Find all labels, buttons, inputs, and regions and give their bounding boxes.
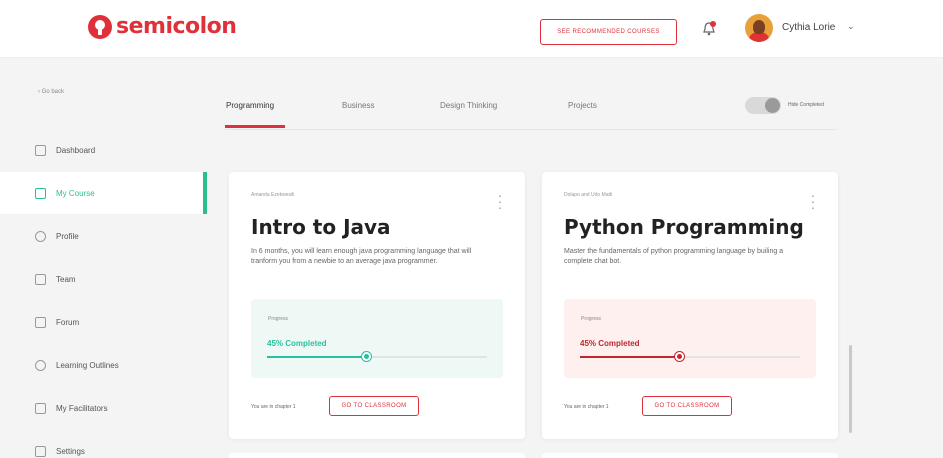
sidebar-item-profile[interactable]: Profile — [0, 215, 207, 257]
progress-knob — [674, 351, 685, 362]
progress-knob — [361, 351, 372, 362]
team-icon — [35, 273, 46, 285]
course-description: Master the fundamentals of python progra… — [564, 248, 784, 265]
progress-label: Progress — [581, 316, 602, 322]
course-facilitator: Amanda Ezekwesili — [251, 192, 295, 198]
profile-icon — [35, 230, 46, 242]
progress-fill — [267, 356, 366, 358]
sidebar-item-learning-outlines[interactable]: Learning Outlines — [0, 344, 207, 386]
tab-design-thinking[interactable]: Design Thinking — [440, 101, 497, 110]
scrollbar[interactable] — [849, 345, 852, 433]
sidebar-item-dashboard[interactable]: Dashboard — [0, 129, 207, 171]
chapter-status: You are in chapter 1 — [251, 404, 296, 410]
progress-fill — [580, 356, 679, 358]
sidebar-item-label: My Course — [56, 188, 95, 198]
notification-bell-icon[interactable] — [702, 21, 716, 37]
top-header: semicolon SEE RECOMMENDED COURSES Cythia… — [0, 0, 943, 58]
go-to-classroom-button[interactable]: GO TO CLASSROOM — [329, 396, 419, 416]
avatar[interactable] — [745, 14, 773, 42]
sidebar-item-my-course[interactable]: My Course — [0, 172, 207, 214]
sidebar: ‹ Go back Dashboard My Course Profile Te… — [0, 58, 207, 458]
course-card-partial — [542, 453, 838, 458]
sidebar-item-label: Team — [56, 274, 76, 284]
more-options-icon[interactable]: · · · — [497, 188, 503, 214]
tab-business[interactable]: Business — [342, 101, 374, 110]
chevron-down-icon[interactable]: ⌄ — [847, 21, 855, 32]
see-recommended-courses-button[interactable]: SEE RECOMMENDED COURSES — [540, 19, 677, 45]
sidebar-item-label: Dashboard — [56, 145, 96, 155]
course-facilitator: Dolapo and Udo Matti — [564, 192, 613, 198]
chapter-status: You are in chapter 1 — [564, 404, 609, 410]
sidebar-item-label: My Facilitators — [56, 403, 108, 413]
active-tab-indicator — [225, 125, 285, 128]
tab-programming[interactable]: Programming — [226, 101, 274, 110]
notification-dot — [710, 21, 716, 27]
hide-completed-toggle[interactable] — [745, 97, 781, 114]
tab-projects[interactable]: Projects — [568, 101, 597, 110]
forum-icon — [35, 316, 46, 328]
course-card-partial — [229, 453, 525, 458]
toggle-knob — [765, 98, 780, 113]
progress-track — [580, 351, 800, 362]
progress-panel: Progress 45% Completed — [564, 299, 816, 378]
brand-name: semicolon — [116, 14, 237, 39]
outline-icon — [35, 359, 46, 371]
course-card: Amanda Ezekwesili · · · Intro to Java In 6… — [229, 172, 525, 439]
course-card: Dolapo and Udo Matti · · · Python Programm… — [542, 172, 838, 439]
sidebar-item-label: Profile — [56, 231, 79, 241]
progress-text: 45% Completed — [580, 339, 640, 348]
go-to-classroom-button[interactable]: GO TO CLASSROOM — [642, 396, 732, 416]
course-title: Python Programming — [564, 215, 804, 239]
progress-track — [267, 351, 487, 362]
hide-completed-label: Hide Completed — [788, 102, 824, 108]
course-icon — [35, 187, 46, 199]
progress-panel: Progress 45% Completed — [251, 299, 503, 378]
sidebar-item-forum[interactable]: Forum — [0, 301, 207, 343]
brand-logo[interactable]: semicolon — [88, 14, 237, 39]
sidebar-item-my-facilitators[interactable]: My Facilitators — [0, 387, 207, 429]
settings-icon — [35, 445, 46, 457]
sidebar-item-label: Forum — [56, 317, 80, 327]
dashboard-icon — [35, 144, 46, 156]
user-name[interactable]: Cythia Lorie — [782, 22, 835, 33]
more-options-icon[interactable]: · · · — [810, 188, 816, 214]
progress-label: Progress — [268, 316, 289, 322]
course-category-tabs: Programming Business Design Thinking Pro… — [225, 95, 837, 130]
sidebar-item-label: Learning Outlines — [56, 360, 119, 370]
facilitators-icon — [35, 402, 46, 414]
sidebar-item-settings[interactable]: Settings — [0, 430, 207, 458]
progress-text: 45% Completed — [267, 339, 327, 348]
semicolon-logo-icon — [88, 14, 112, 39]
course-description: In 6 months, you will learn enough java … — [251, 248, 472, 265]
go-back-link[interactable]: ‹ Go back — [38, 89, 64, 95]
sidebar-item-label: Settings — [56, 446, 85, 456]
course-title: Intro to Java — [251, 215, 391, 239]
sidebar-item-team[interactable]: Team — [0, 258, 207, 300]
